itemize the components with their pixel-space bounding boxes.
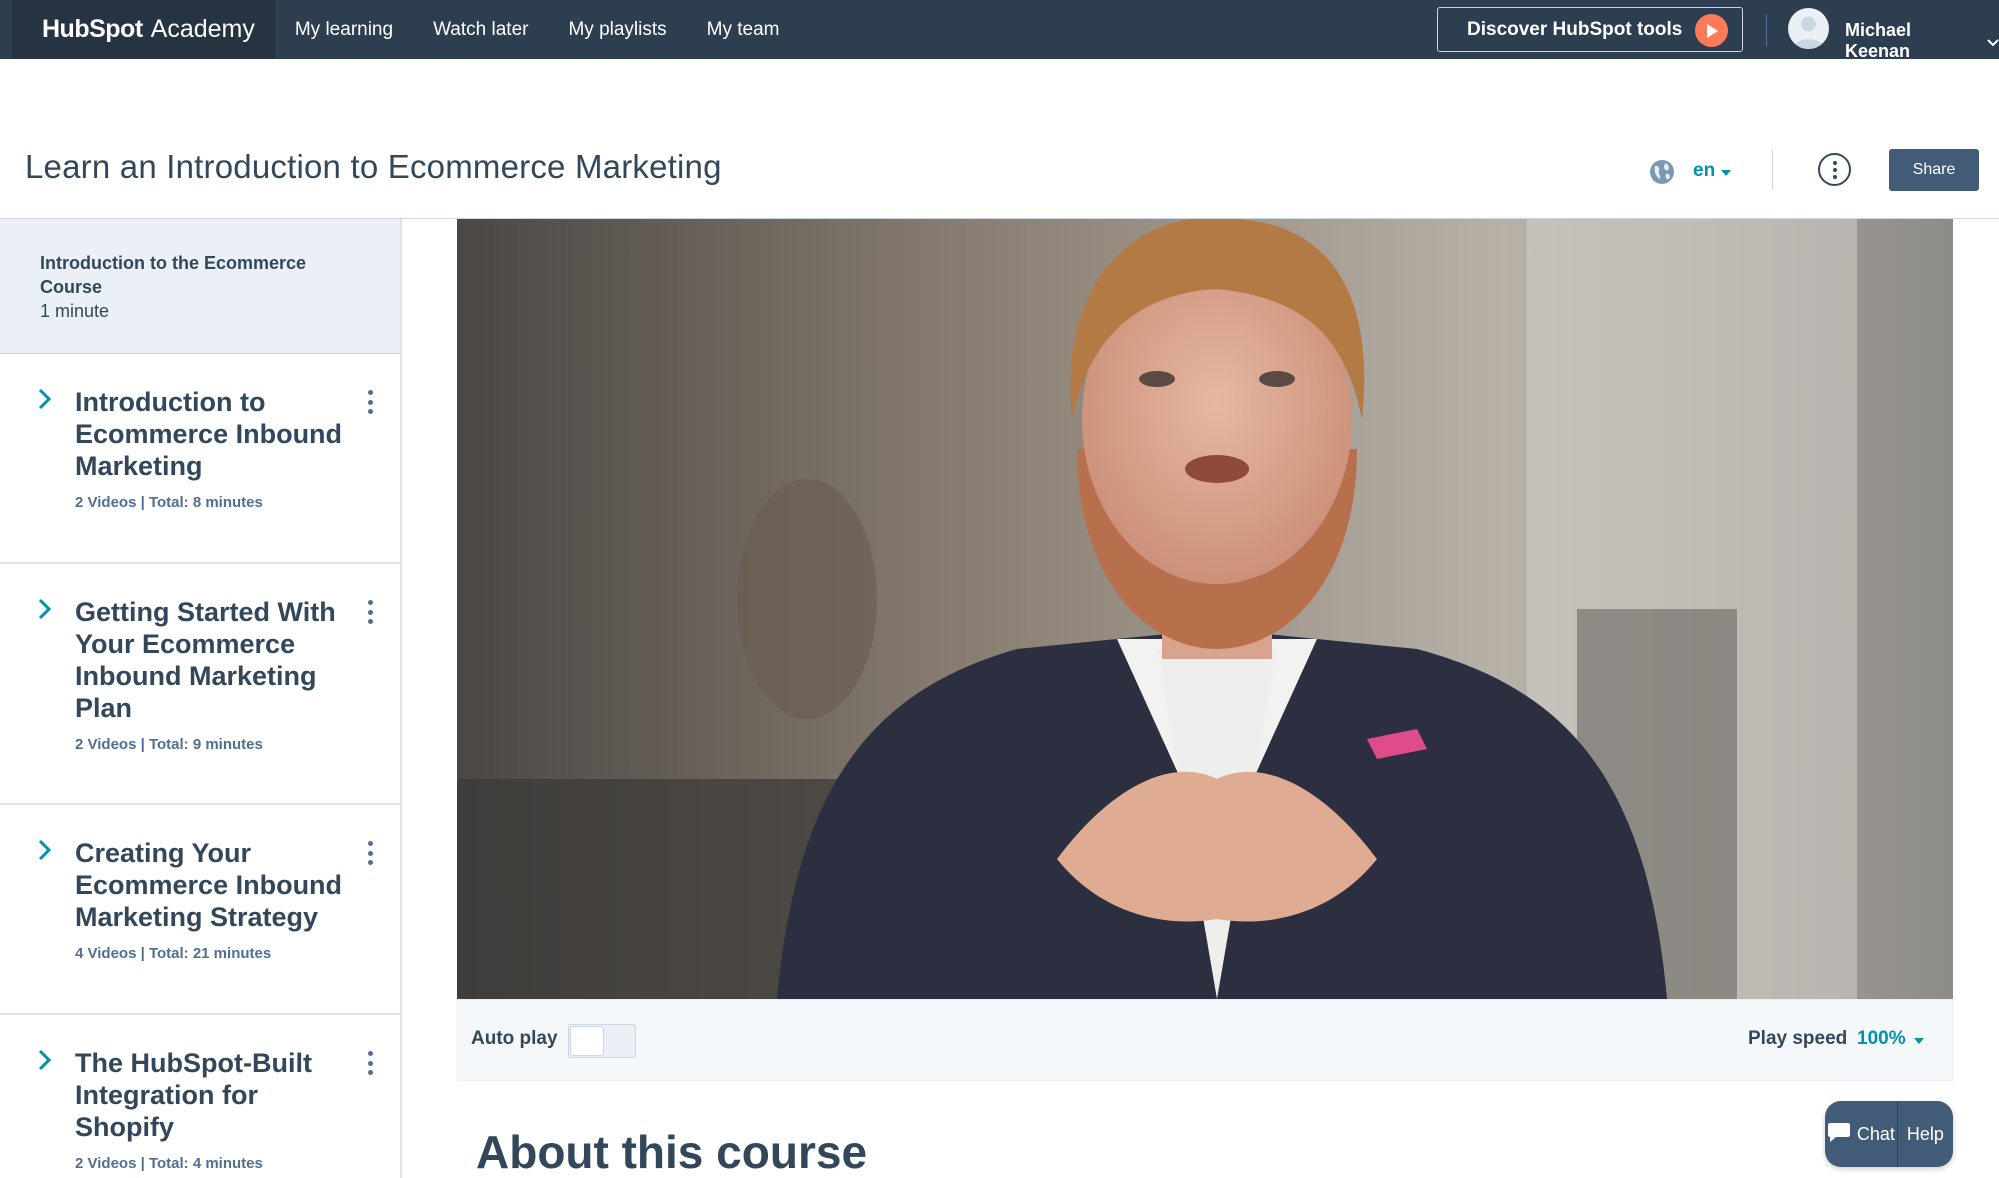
language-selector[interactable]: en	[1693, 160, 1732, 182]
intro-lesson-title: Introduction to the Ecommerce Course	[40, 253, 307, 297]
brand-suffix: Academy	[150, 15, 255, 43]
intro-lesson-duration: 1 minute	[40, 301, 110, 321]
course-section[interactable]: Introduction to Ecommerce Inbound Market…	[0, 354, 400, 564]
course-section[interactable]: Getting Started With Your Ecommerce Inbo…	[0, 564, 400, 805]
section-title: Introduction to Ecommerce Inbound Market…	[75, 387, 343, 481]
chevron-down-icon	[1987, 31, 1999, 52]
chat-bubble-icon	[1827, 1121, 1851, 1148]
brand-name: HubSpot	[42, 15, 143, 43]
section-title: Creating Your Ecommerce Inbound Marketin…	[75, 838, 343, 932]
play-speed-label: Play speed	[1748, 1028, 1848, 1049]
discover-hubspot-tools-button[interactable]: Discover HubSpot tools	[1437, 7, 1743, 52]
section-meta: 2 Videos | Total: 8 minutes	[75, 494, 263, 511]
section-title: The HubSpot-Built Integration for Shopif…	[75, 1048, 312, 1142]
chevron-right-icon[interactable]	[36, 598, 54, 620]
autoplay-label: Auto play	[471, 1028, 558, 1049]
player-controls-bar: Auto play Play speed 100%	[457, 999, 1953, 1081]
chat-button[interactable]: Chat	[1825, 1101, 1898, 1167]
hubspot-academy-logo[interactable]: HubSpot Academy	[12, 0, 275, 59]
video-player[interactable]	[457, 219, 1953, 999]
section-menu-icon[interactable]	[364, 390, 376, 414]
user-name: Michael Keenan	[1845, 20, 1912, 61]
chevron-right-icon[interactable]	[36, 388, 54, 410]
play-icon	[1695, 14, 1728, 47]
autoplay-toggle[interactable]	[568, 1024, 636, 1058]
section-meta: 4 Videos | Total: 21 minutes	[75, 945, 272, 962]
discover-label: Discover HubSpot tools	[1467, 18, 1683, 40]
main-nav-links: My learning Watch later My playlists My …	[275, 0, 800, 59]
language-value: en	[1693, 160, 1716, 181]
header-divider	[1772, 150, 1773, 190]
chat-label: Chat	[1856, 1123, 1895, 1144]
section-menu-icon[interactable]	[364, 600, 376, 624]
toggle-knob	[570, 1026, 604, 1056]
intro-lesson-item[interactable]: Introduction to the Ecommerce Course 1 m…	[0, 219, 400, 354]
help-button[interactable]: Help	[1898, 1101, 1953, 1167]
nav-my-team[interactable]: My team	[687, 0, 800, 59]
page-title: Learn an Introduction to Ecommerce Marke…	[25, 148, 722, 185]
play-speed-value: 100%	[1857, 1028, 1906, 1049]
nav-divider	[1766, 14, 1767, 46]
play-speed-dropdown[interactable]: 100%	[1857, 1028, 1924, 1050]
chevron-right-icon[interactable]	[36, 1049, 54, 1071]
course-section[interactable]: The HubSpot-Built Integration for Shopif…	[0, 1015, 400, 1178]
course-section[interactable]: Creating Your Ecommerce Inbound Marketin…	[0, 805, 400, 1015]
course-sidebar: Introduction to the Ecommerce Course 1 m…	[0, 219, 402, 1178]
share-button[interactable]: Share	[1889, 149, 1979, 191]
video-frame-presenter	[457, 219, 1953, 999]
user-avatar[interactable]	[1788, 8, 1829, 49]
caret-down-icon	[1721, 160, 1732, 182]
section-menu-icon[interactable]	[364, 1051, 376, 1075]
section-title: Getting Started With Your Ecommerce Inbo…	[75, 597, 336, 723]
chat-help-widget: Chat Help	[1825, 1101, 1953, 1167]
chevron-right-icon[interactable]	[36, 839, 54, 861]
user-menu[interactable]: Michael Keenan	[1845, 20, 1999, 62]
about-course-heading: About this course	[476, 1126, 868, 1178]
globe-icon	[1648, 158, 1676, 186]
nav-watch-later[interactable]: Watch later	[413, 0, 548, 59]
more-options-icon[interactable]	[1818, 153, 1851, 186]
nav-my-playlists[interactable]: My playlists	[548, 0, 686, 59]
section-meta: 2 Videos | Total: 9 minutes	[75, 736, 263, 753]
caret-down-icon	[1913, 1028, 1924, 1050]
nav-my-learning[interactable]: My learning	[275, 0, 413, 59]
section-menu-icon[interactable]	[364, 841, 376, 865]
section-meta: 2 Videos | Total: 4 minutes	[75, 1155, 263, 1172]
